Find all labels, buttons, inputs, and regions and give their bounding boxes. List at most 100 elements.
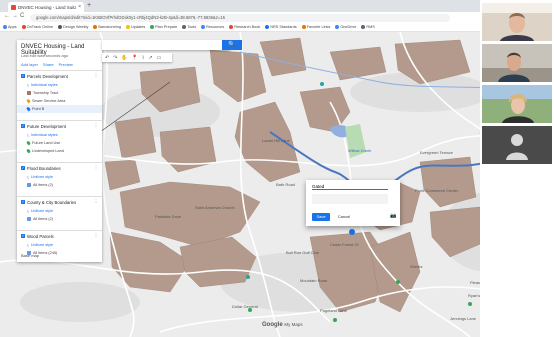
style-paint-icon: ⌇ [27,133,29,138]
participant-video [482,44,552,82]
participant-video [482,85,552,123]
color-swatch-icon [27,91,31,95]
feature-description-input[interactable] [312,194,388,204]
bookmark-label: RMS [366,25,375,29]
marker-icon [26,140,31,146]
layer-feature-item[interactable]: Township Tract [17,89,102,97]
layer-header[interactable]: ✓ Parcels Development ⋮ [17,71,102,81]
directions-icon[interactable]: ↗ [148,55,152,61]
parcel [119,181,261,248]
back-icon[interactable]: ← [4,13,10,19]
bookmark-label: Resources [206,25,225,29]
video-call-strip [480,0,554,337]
layer-row-label: Uniform style [30,175,54,179]
preview-button[interactable]: Preview [59,62,73,67]
layer-visibility-checkbox[interactable]: ✓ [21,234,25,238]
add-marker-icon[interactable]: 📍 [132,55,138,61]
bookmark-item[interactable]: Resources [201,25,224,29]
map-label: Parkside Drive [155,214,182,219]
layer-header[interactable]: ✓ County & City Boundaries ⋮ [17,197,102,207]
layer-options-icon[interactable]: ⋮ [94,199,98,205]
layer-feature-item[interactable]: Future Land Use [17,139,102,147]
bookmark-favicon-icon [265,25,270,29]
bookmark-label: Plan Prepare [155,25,178,29]
tab-strip: DNVEC Housing - Land Suitability × + [0,0,480,12]
map-toolbar: ↶ ↷ ✋ 📍 ⌇ ↗ ▭ [102,53,172,62]
tab-title: DNVEC Housing - Land Suitability [18,4,77,10]
bookmark-favicon-icon [3,25,7,29]
layers-panel: DNVEC Housing - Land Suitability Last ed… [17,40,102,262]
save-button[interactable]: Save [312,213,330,221]
measure-icon[interactable]: ▭ [157,55,162,61]
bookmark-item[interactable]: OnTrack Online [21,25,53,29]
layer-style-link[interactable]: ⌇ Individual styles [17,131,102,139]
layer-style-link[interactable]: ⌇ Uniform style [17,173,102,181]
feature-title-input[interactable] [312,183,388,190]
bookmark-label: Design Weekly [63,25,89,29]
share-button[interactable]: Share [43,62,54,67]
video-tile[interactable] [482,85,552,123]
layer-group: ✓ Flood Boundaries ⋮ ⌇ Uniform style All item… [17,162,102,189]
bookmark-item[interactable]: Apps [3,25,17,29]
video-tile-camera-off[interactable] [482,126,552,164]
layer-feature-item[interactable]: Undeveloped Land [17,147,102,155]
camera-icon[interactable]: 📷 [390,213,396,219]
bookmark-item[interactable]: Updates [125,25,146,29]
layer-feature-item[interactable]: Sewer Service Area [17,97,102,105]
add-layer-button[interactable]: Add layer [21,62,38,67]
layer-feature-item[interactable]: All items (2) [17,215,102,223]
map-label: Pond Commerce Center [415,188,459,193]
layer-header[interactable]: ✓ Flood Boundaries ⋮ [17,163,102,173]
bookmark-item[interactable]: RMS [361,25,375,29]
map-search-input[interactable] [102,40,230,50]
layer-header[interactable]: ✓ Wood Parcels ⋮ [17,231,102,241]
forward-icon[interactable]: → [12,13,18,19]
layer-row-label: Individual styles [30,133,58,137]
video-tile[interactable] [482,44,552,82]
layer-options-icon[interactable]: ⋮ [94,233,98,239]
layer-visibility-checkbox[interactable]: ✓ [21,124,25,128]
layer-header[interactable]: ✓ Future Development ⋮ [17,121,102,131]
style-paint-icon: ⌇ [27,83,29,88]
bookmark-item[interactable]: OneDrive [335,25,356,29]
bookmark-item[interactable]: Tools [182,25,196,29]
browser-tab[interactable]: DNVEC Housing - Land Suitability × [8,2,84,12]
draw-line-icon[interactable]: ⌇ [142,55,144,61]
new-tab-button[interactable]: + [87,2,91,9]
undo-icon[interactable]: ↶ [105,55,109,61]
video-tile[interactable] [482,3,552,41]
url-input[interactable]: google.com/maps/d/edit?mid=1K5BOVfPrhdGD… [30,13,450,22]
bookmark-favicon-icon [150,25,155,29]
layer-options-icon[interactable]: ⋮ [94,123,98,129]
layer-options-icon[interactable]: ⋮ [94,73,98,79]
panel-actions: Add layer Share Preview [21,62,73,67]
layer-row-label: Point B [32,107,45,111]
layer-style-link[interactable]: ⌇ Individual styles [17,81,102,89]
layer-feature-item[interactable]: Point B [17,105,102,113]
color-swatch-icon [27,183,31,187]
bookmark-item[interactable]: Favorite Links [301,25,330,29]
select-hand-icon[interactable]: ✋ [121,55,127,61]
bookmark-item[interactable]: Barnstorming [93,25,121,29]
bookmark-item[interactable]: Design Weekly [58,25,88,29]
bookmark-item[interactable]: NRS Standards [265,25,297,29]
layer-visibility-checkbox[interactable]: ✓ [21,166,25,170]
layer-options-icon[interactable]: ⋮ [94,165,98,171]
layer-style-link[interactable]: ⌇ Uniform style [17,241,102,249]
layer-style-link[interactable]: ⌇ Uniform style [17,207,102,215]
layer-feature-item[interactable]: All items (2) [17,181,102,189]
parcel [209,49,267,103]
bookmark-item[interactable]: Plan Prepare [150,25,177,29]
layer-visibility-checkbox[interactable]: ✓ [21,200,25,204]
base-map-toggle[interactable]: Base map [21,253,39,258]
layer-visibility-checkbox[interactable]: ✓ [21,74,25,78]
bookmark-label: Updates [130,25,146,29]
redo-icon[interactable]: ↷ [113,55,117,61]
layer-row-label: All items (2) [33,183,54,187]
bookmark-item[interactable]: Research Book [229,25,260,29]
reload-icon[interactable]: C [20,13,24,19]
search-button[interactable]: 🔍 [222,40,242,50]
cancel-button[interactable]: Cancel [334,213,354,221]
my-maps-text: My Maps [284,322,303,327]
tab-close-icon[interactable]: × [78,4,81,10]
